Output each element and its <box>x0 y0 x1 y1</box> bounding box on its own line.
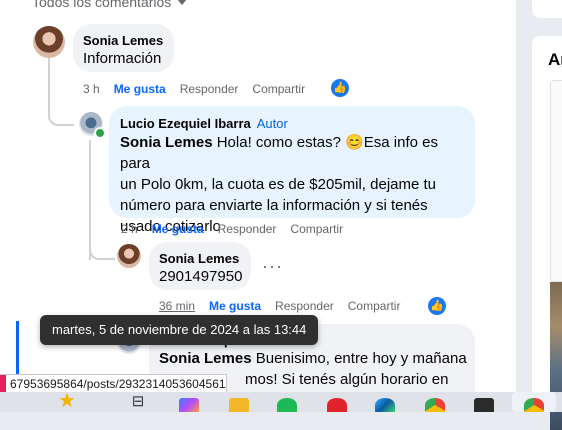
share-button[interactable]: Compartir <box>348 299 401 313</box>
spotify-icon[interactable] <box>277 398 297 412</box>
comment-author[interactable]: Sonia Lemes <box>159 251 239 266</box>
link-status-bar: 67953695864/posts/2932314053604561/... <box>0 374 227 394</box>
edge-icon[interactable] <box>375 398 395 412</box>
comment-actions: 2 h Me gusta Responder Compartir <box>121 222 357 236</box>
comment-text: 2901497950 <box>159 268 243 285</box>
author-badge: Autor <box>256 116 288 131</box>
chrome-icon[interactable] <box>425 398 445 412</box>
like-reaction-icon[interactable]: 👍 <box>331 79 349 97</box>
section-title: Ar <box>548 50 562 69</box>
like-button[interactable]: Me gusta <box>209 299 261 313</box>
share-button[interactable]: Compartir <box>290 222 343 236</box>
comment-author[interactable]: Lucio Ezequiel Ibarra <box>120 116 251 131</box>
status-accent <box>0 375 6 393</box>
status-url: 67953695864/posts/2932314053604561/... <box>10 377 227 391</box>
comment-author-line: Lucio Ezequiel Ibarra Autor <box>120 116 288 131</box>
reply-button[interactable]: Responder <box>275 299 334 313</box>
mention-link[interactable]: Sonia Lemes <box>159 350 252 367</box>
comment-bubble: Sonia Lemes Información <box>73 24 174 72</box>
comment-text: Información <box>83 50 162 67</box>
preview-card[interactable] <box>550 80 562 282</box>
reply-button[interactable]: Responder <box>218 222 277 236</box>
star-icon[interactable]: ★ <box>56 391 78 411</box>
copilot-icon[interactable] <box>179 398 199 412</box>
comments-filter-label: Todos los comentarios <box>32 0 172 10</box>
like-reaction-icon[interactable]: 👍 <box>428 297 446 315</box>
taskbar: ★ ⊟ <box>0 391 562 412</box>
more-options-icon[interactable]: ··· <box>262 256 283 277</box>
like-button[interactable]: Me gusta <box>152 222 204 236</box>
thread-connector <box>48 100 74 126</box>
comments-filter[interactable]: Todos los comentarios <box>32 0 188 10</box>
avatar[interactable] <box>33 26 65 58</box>
like-button[interactable]: Me gusta <box>114 82 166 96</box>
folder-icon[interactable] <box>229 398 249 412</box>
timestamp-tooltip: martes, 5 de noviembre de 2024 a las 13:… <box>40 315 319 345</box>
share-button[interactable]: Compartir <box>252 82 305 96</box>
task-view-icon[interactable]: ⊟ <box>128 394 148 410</box>
comment-timestamp[interactable]: 3 h <box>83 82 100 96</box>
chevron-down-icon <box>177 0 188 5</box>
right-card: Ar <box>532 36 562 430</box>
online-status-icon <box>94 127 106 139</box>
app-icon[interactable] <box>474 398 494 412</box>
comment-author[interactable]: Sonia Lemes <box>83 33 163 48</box>
opera-icon[interactable] <box>327 398 347 412</box>
reply-button[interactable]: Responder <box>180 82 239 96</box>
comment-timestamp[interactable]: 2 h <box>121 222 138 236</box>
chrome-icon[interactable] <box>524 398 544 412</box>
thread-connector <box>89 240 115 260</box>
right-card <box>532 0 562 18</box>
avatar[interactable] <box>117 244 141 268</box>
comment-bubble: Lucio Ezequiel Ibarra Autor Sonia Lemes H… <box>109 106 475 235</box>
comment-timestamp[interactable]: 36 min <box>159 299 195 313</box>
comment-bubble: Sonia Lemes 2901497950 <box>149 242 251 290</box>
mention-link[interactable]: Sonia Lemes <box>120 134 213 151</box>
comment-actions: 3 h Me gusta Responder Compartir <box>83 82 319 96</box>
comment-actions: 36 min Me gusta Responder Compartir <box>159 299 414 313</box>
